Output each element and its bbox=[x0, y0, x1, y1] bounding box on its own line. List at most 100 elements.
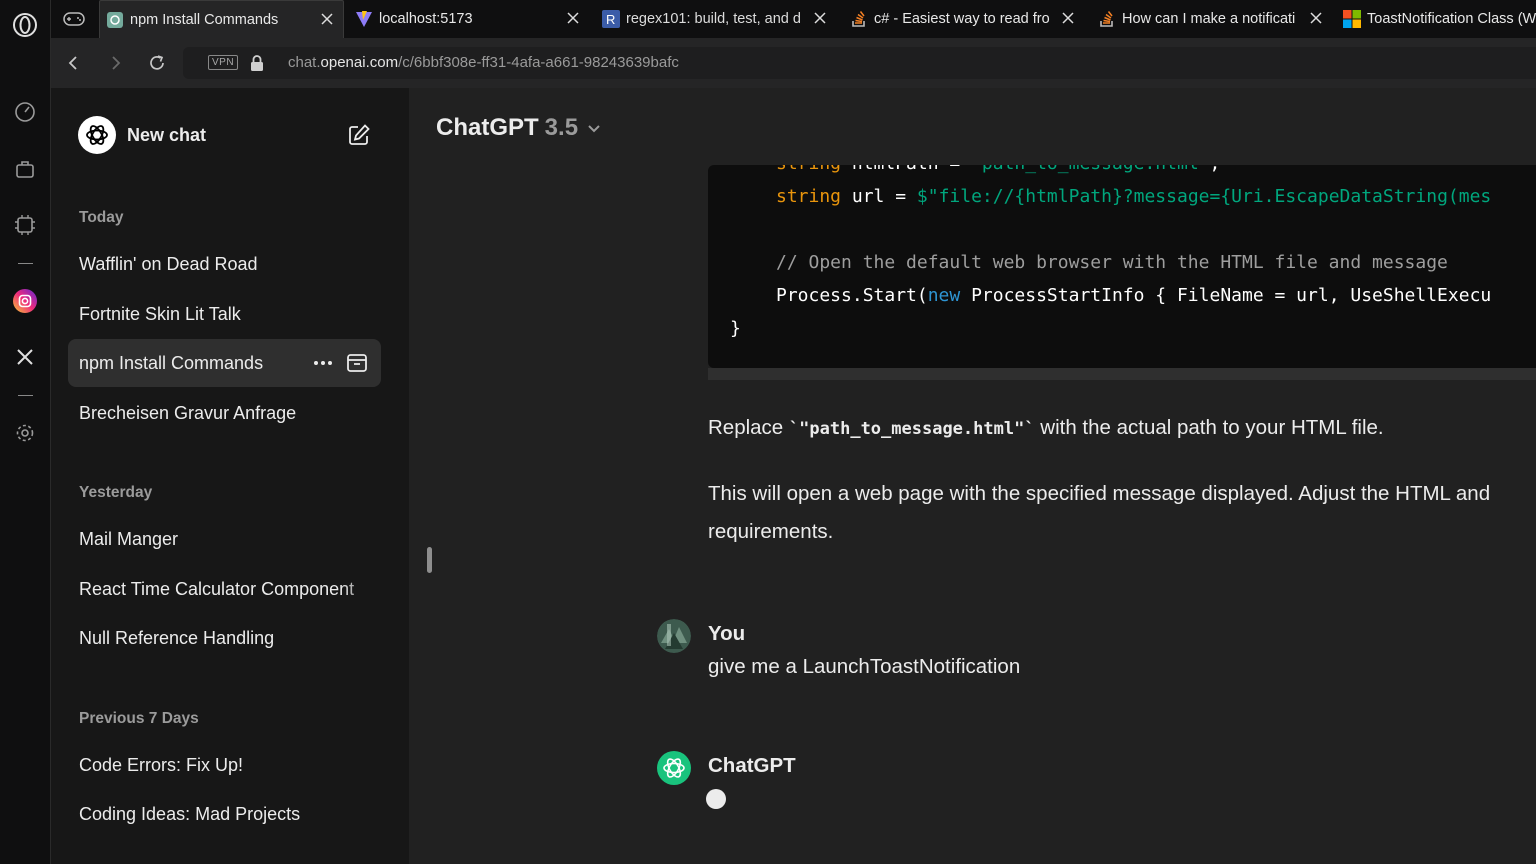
gamepad-icon[interactable] bbox=[61, 6, 87, 32]
text-fade-overlay bbox=[341, 565, 381, 613]
close-tab-icon[interactable] bbox=[812, 10, 828, 26]
workspaces-icon[interactable] bbox=[12, 156, 38, 182]
forward-icon[interactable] bbox=[103, 51, 127, 75]
assistant-paragraph: requirements. bbox=[708, 520, 834, 543]
close-tab-icon[interactable] bbox=[1308, 10, 1324, 26]
url-text[interactable]: chat.openai.com/c/6bbf308e-ff31-4afa-a66… bbox=[288, 54, 679, 71]
group-label-previous-7-days: Previous 7 Days bbox=[79, 710, 199, 727]
typing-indicator bbox=[706, 789, 726, 809]
tab-stackoverflow-notification[interactable]: How can I make a notificati bbox=[1092, 0, 1332, 38]
speed-dial-icon[interactable] bbox=[12, 99, 38, 125]
more-options-icon[interactable] bbox=[312, 352, 334, 374]
sidebar-chat-item[interactable]: Code Errors: Fix Up! bbox=[68, 741, 381, 789]
inline-code: `"path_to_message.html"` bbox=[788, 419, 1035, 439]
regex101-favicon-icon: R bbox=[602, 10, 620, 28]
address-bar-row: VPN chat.openai.com/c/6bbf308e-ff31-4afa… bbox=[51, 38, 1536, 88]
chatgpt-favicon-icon bbox=[106, 11, 124, 29]
chat-item-title: npm Install Commands bbox=[79, 352, 264, 373]
code-comment-line: // Open the default web browser with the… bbox=[776, 252, 1448, 273]
code-block-scrollbar[interactable] bbox=[708, 368, 1536, 380]
conversation-panel: string htmlPath = "path_to_message.html"… bbox=[409, 88, 1536, 864]
group-label-today: Today bbox=[79, 209, 124, 226]
chat-sidebar: New chat Today Wafflin' on Dead Road For… bbox=[51, 88, 409, 864]
stackoverflow-favicon-icon bbox=[850, 10, 868, 28]
openai-logo-icon bbox=[78, 116, 116, 154]
model-name: ChatGPT bbox=[436, 114, 539, 141]
tab-title: c# - Easiest way to read fro bbox=[874, 11, 1050, 27]
url-domain: openai.com bbox=[320, 54, 399, 71]
compose-edit-icon[interactable] bbox=[347, 123, 371, 147]
tab-title: ToastNotification Class (W bbox=[1367, 11, 1536, 27]
chat-item-title: Fortnite Skin Lit Talk bbox=[79, 303, 241, 324]
assistant-paragraph: Replace `"path_to_message.html"` with th… bbox=[708, 416, 1384, 439]
main-header: ChatGPT 3.5 bbox=[409, 88, 1536, 165]
chevron-down-icon bbox=[588, 125, 600, 133]
chatgpt-avatar-icon bbox=[657, 751, 691, 785]
new-chat-label: New chat bbox=[127, 124, 207, 145]
tab-regex101[interactable]: R regex101: build, test, and d bbox=[596, 0, 836, 38]
sidebar-resize-handle[interactable] bbox=[427, 547, 432, 573]
group-label-yesterday: Yesterday bbox=[79, 484, 153, 501]
assistant-paragraph: This will open a web page with the speci… bbox=[708, 482, 1491, 505]
chat-item-title: Brecheisen Gravur Anfrage bbox=[79, 402, 297, 423]
assistant-author-label: ChatGPT bbox=[708, 754, 796, 777]
sidebar-chat-item[interactable]: Brecheisen Gravur Anfrage bbox=[68, 389, 381, 437]
sidebar-chat-item[interactable]: Coding Ideas: Mad Projects bbox=[68, 790, 381, 838]
vite-favicon-icon bbox=[355, 10, 373, 28]
svg-text:R: R bbox=[606, 12, 615, 27]
tab-toastnotification-class[interactable]: ToastNotification Class (W bbox=[1337, 0, 1536, 38]
vpn-badge[interactable]: VPN bbox=[208, 55, 239, 70]
chat-item-title: Wafflin' on Dead Road bbox=[79, 253, 258, 274]
opera-logo-icon[interactable] bbox=[12, 12, 38, 38]
sidebar-chat-item[interactable]: React Time Calculator Component bbox=[68, 565, 381, 613]
lock-icon[interactable] bbox=[250, 55, 264, 71]
back-icon[interactable] bbox=[62, 51, 86, 75]
model-selector[interactable]: ChatGPT 3.5 bbox=[436, 114, 602, 142]
archive-icon[interactable] bbox=[346, 352, 368, 374]
url-prefix: chat. bbox=[288, 54, 321, 71]
rail-divider bbox=[18, 395, 33, 396]
chat-item-actions bbox=[312, 352, 368, 374]
tab-strip: npm Install Commands localhost:5173 R re… bbox=[51, 0, 1536, 38]
microsoft-favicon-icon bbox=[1343, 10, 1361, 28]
close-tab-icon[interactable] bbox=[1060, 10, 1076, 26]
tab-localhost[interactable]: localhost:5173 bbox=[349, 0, 589, 38]
chat-item-title: Code Errors: Fix Up! bbox=[79, 754, 244, 775]
code-line: string htmlPath = "path_to_message.html"… bbox=[776, 165, 1220, 174]
code-block: string htmlPath = "path_to_message.html"… bbox=[708, 165, 1536, 368]
x-twitter-icon[interactable] bbox=[12, 344, 38, 370]
reload-icon[interactable] bbox=[145, 51, 169, 75]
code-line: Process.Start(new ProcessStartInfo { Fil… bbox=[776, 285, 1492, 306]
user-message-text: give me a LaunchToastNotification bbox=[708, 655, 1021, 678]
chat-item-title: Coding Ideas: Mad Projects bbox=[79, 803, 301, 824]
chat-item-title: React Time Calculator Component bbox=[79, 578, 355, 599]
instagram-icon[interactable] bbox=[12, 288, 38, 314]
close-tab-icon[interactable] bbox=[565, 10, 581, 26]
code-line: string url = $"file://{htmlPath}?message… bbox=[776, 186, 1492, 207]
sidebar-chat-item[interactable]: Null Reference Handling bbox=[68, 614, 381, 662]
tab-title: regex101: build, test, and d bbox=[626, 11, 801, 27]
url-path: /c/6bbf308e-ff31-4afa-a661-98243639bafc bbox=[398, 54, 679, 71]
tab-stackoverflow-read-file[interactable]: c# - Easiest way to read fro bbox=[844, 0, 1084, 38]
new-chat-button[interactable]: New chat bbox=[68, 104, 374, 166]
tab-title: localhost:5173 bbox=[379, 11, 473, 27]
tab-title: How can I make a notificati bbox=[1122, 11, 1296, 27]
settings-gear-icon[interactable] bbox=[12, 420, 38, 446]
close-tab-icon[interactable] bbox=[319, 11, 335, 27]
chat-item-title: Mail Manger bbox=[79, 528, 179, 549]
sidebar-chat-item[interactable]: Fortnite Skin Lit Talk bbox=[68, 290, 381, 338]
code-line: } bbox=[730, 318, 741, 339]
tab-npm-install-commands[interactable]: npm Install Commands bbox=[99, 0, 344, 38]
user-author-label: You bbox=[708, 622, 746, 645]
sidebar-chat-item[interactable]: Mail Manger bbox=[68, 515, 381, 563]
rail-divider bbox=[18, 263, 33, 264]
url-field[interactable]: VPN chat.openai.com/c/6bbf308e-ff31-4afa… bbox=[183, 47, 1536, 79]
tab-title: npm Install Commands bbox=[130, 11, 279, 28]
sidebar-chat-item-selected[interactable]: npm Install Commands bbox=[68, 339, 381, 387]
user-avatar bbox=[657, 619, 691, 653]
browser-side-rail bbox=[0, 0, 51, 864]
model-version: 3.5 bbox=[544, 114, 579, 141]
stackoverflow-favicon-icon bbox=[1098, 10, 1116, 28]
sidebar-chat-item[interactable]: Wafflin' on Dead Road bbox=[68, 240, 381, 288]
gx-control-icon[interactable] bbox=[12, 212, 38, 238]
